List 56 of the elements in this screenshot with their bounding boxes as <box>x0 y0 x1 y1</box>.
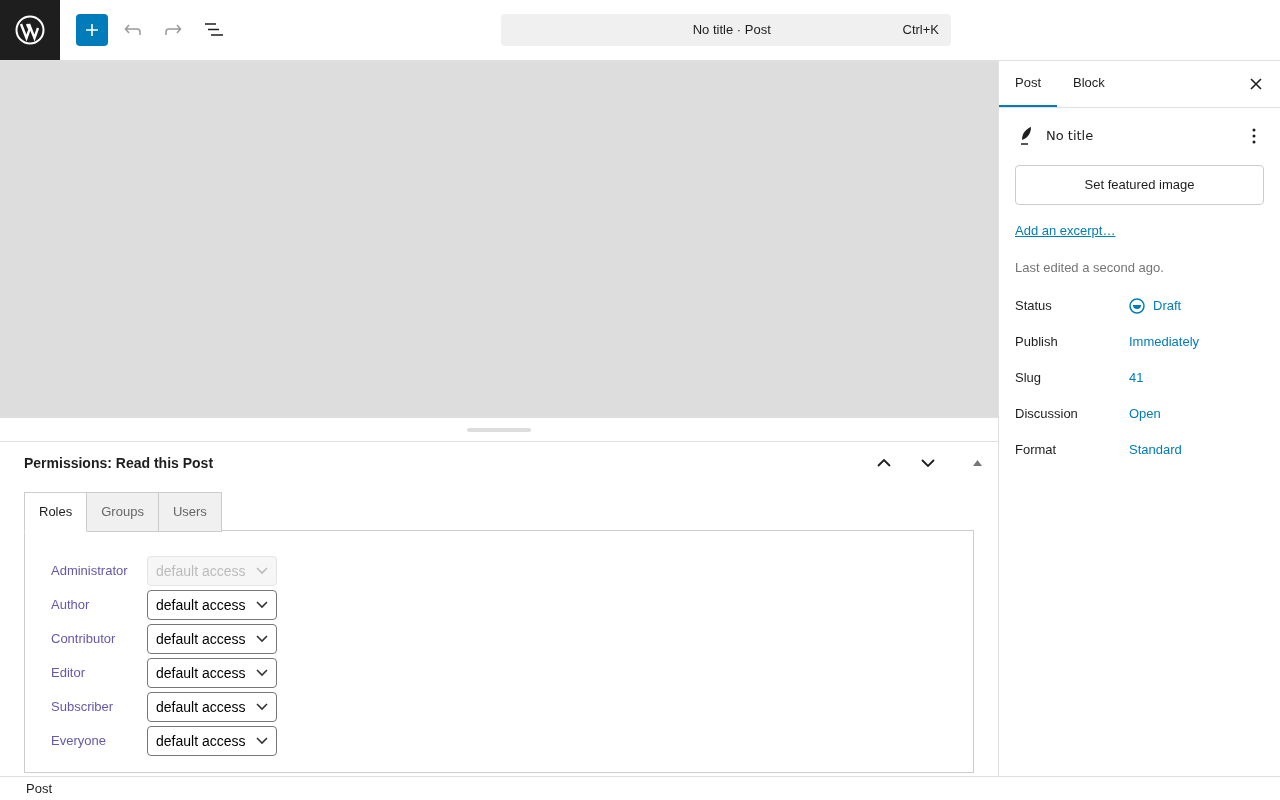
wordpress-logo-button[interactable] <box>0 0 60 60</box>
status-button[interactable]: Draft <box>1129 296 1182 316</box>
half-circle-icon <box>1129 298 1145 314</box>
role-label: Contributor <box>51 630 117 649</box>
set-featured-image-button[interactable]: Set featured image <box>1015 165 1264 205</box>
chevron-down-icon <box>256 737 268 745</box>
command-bar[interactable]: No title · Post Ctrl+K <box>501 14 951 46</box>
chevron-up-icon[interactable] <box>877 459 891 467</box>
more-options-icon[interactable] <box>1252 128 1256 144</box>
sidebar-tab[interactable]: Post <box>999 61 1057 107</box>
field-label: Status <box>1015 297 1053 316</box>
chevron-down-icon <box>256 703 268 711</box>
add-block-button[interactable] <box>76 14 108 46</box>
field-value-link[interactable]: Immediately <box>1129 332 1200 352</box>
chevron-down-icon[interactable] <box>921 459 935 467</box>
field-label: Slug <box>1015 369 1043 388</box>
plus-icon <box>85 23 99 37</box>
feather-icon <box>1019 126 1033 146</box>
access-select[interactable]: default access <box>147 590 277 620</box>
tab[interactable]: Groups <box>87 492 159 532</box>
shortcut-hint: Ctrl+K <box>902 21 939 40</box>
field-value-link[interactable]: Standard <box>1129 440 1182 460</box>
tab[interactable]: Users <box>158 492 222 532</box>
chevron-down-icon <box>256 567 268 575</box>
role-label: Subscriber <box>51 698 115 717</box>
document-title: No title · Post <box>691 21 772 40</box>
role-label: Editor <box>51 664 86 683</box>
field-label: Format <box>1015 441 1058 460</box>
access-select[interactable]: default access <box>147 726 277 756</box>
role-label: Everyone <box>51 732 107 751</box>
close-icon <box>1250 78 1262 90</box>
sidebar-tab[interactable]: Block <box>1057 61 1121 107</box>
add-excerpt-link[interactable]: Add an excerpt… <box>1015 221 1116 241</box>
list-view-icon[interactable] <box>204 23 224 37</box>
field-value-link[interactable]: Open <box>1129 404 1161 424</box>
role-label: Author <box>51 596 91 615</box>
breadcrumb[interactable]: Post <box>26 778 52 799</box>
field-value-link[interactable]: 41 <box>1129 368 1144 388</box>
field-label: Discussion <box>1015 405 1079 424</box>
redo-icon[interactable] <box>164 24 182 36</box>
panel-title: Permissions: Read this Post <box>24 453 215 473</box>
post-title: No title <box>1046 127 1095 146</box>
chevron-down-icon <box>256 635 268 643</box>
tab[interactable]: Roles <box>24 492 88 532</box>
collapse-triangle-icon[interactable] <box>973 460 982 466</box>
undo-icon[interactable] <box>124 24 142 36</box>
access-select[interactable]: default access <box>147 692 277 722</box>
chevron-down-icon <box>256 601 268 609</box>
field-label: Publish <box>1015 333 1059 352</box>
access-select[interactable]: default access <box>147 624 277 654</box>
role-label: Administrator <box>51 562 129 581</box>
last-edited-text: Last edited a second ago. <box>1015 258 1165 277</box>
wordpress-logo-icon <box>15 15 45 45</box>
chevron-down-icon <box>256 669 268 677</box>
resize-handle[interactable] <box>467 427 531 432</box>
access-select[interactable]: default access <box>147 658 277 688</box>
